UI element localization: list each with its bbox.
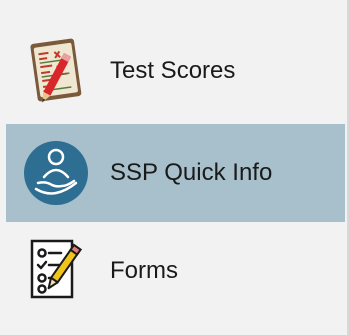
report-card-pencil-icon bbox=[20, 35, 92, 107]
checklist-pencil-icon bbox=[20, 235, 92, 307]
menu-item-forms[interactable]: Forms bbox=[6, 222, 345, 320]
menu-item-label: SSP Quick Info bbox=[110, 159, 273, 186]
person-hand-icon bbox=[20, 137, 92, 209]
sidebar-menu: Test Scores SSP Quick Info Forms bbox=[0, 0, 349, 335]
menu-item-label: Forms bbox=[110, 257, 178, 284]
menu-item-ssp-quick-info[interactable]: SSP Quick Info bbox=[6, 124, 345, 222]
menu-item-label: Test Scores bbox=[110, 57, 236, 84]
menu-item-test-scores[interactable]: Test Scores bbox=[6, 22, 345, 120]
